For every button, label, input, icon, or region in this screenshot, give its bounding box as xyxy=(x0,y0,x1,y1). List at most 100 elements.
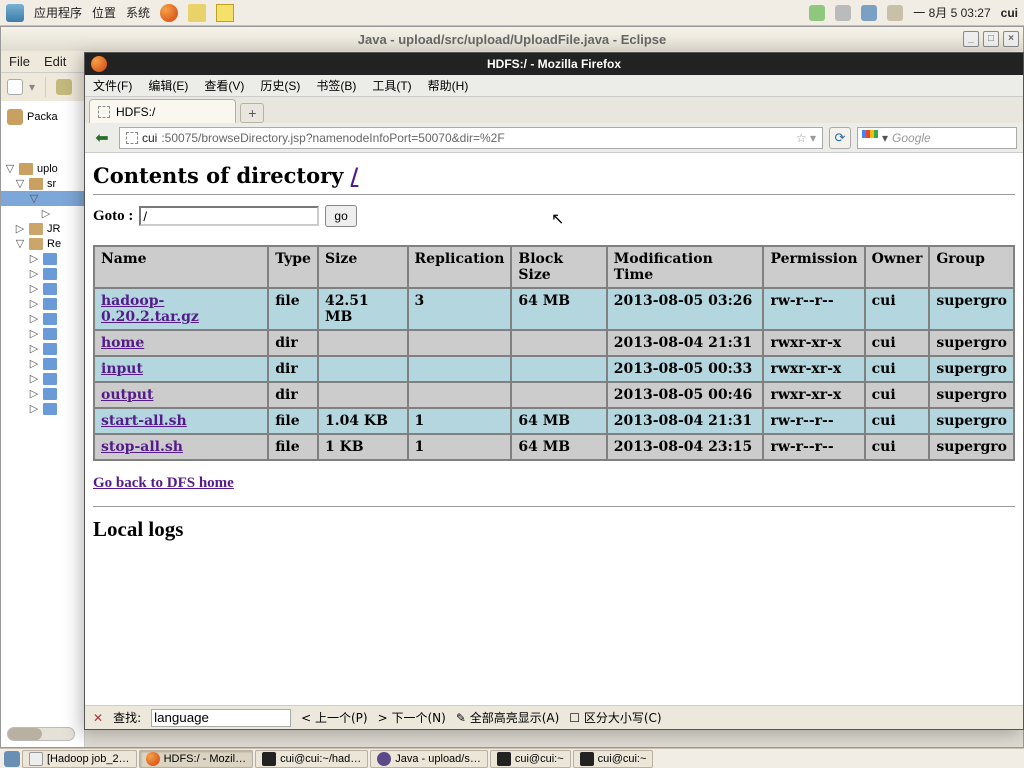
ff-menu-view[interactable]: 查看(V) xyxy=(204,77,244,94)
menu-system[interactable]: 系统 xyxy=(126,4,150,21)
eclipse-menu-file[interactable]: File xyxy=(9,54,30,69)
cell-perm: rw-r--r-- xyxy=(763,434,864,460)
jar-icon xyxy=(43,313,57,325)
eclipse-save-icon[interactable] xyxy=(56,79,72,95)
firefox-task-icon xyxy=(146,752,160,766)
col-mtime: Modification Time xyxy=(607,246,764,288)
file-link[interactable]: stop-all.sh xyxy=(101,439,183,455)
cell-perm: rwxr-xr-x xyxy=(763,356,864,382)
gnome-foot-icon[interactable] xyxy=(6,4,24,22)
file-link[interactable]: output xyxy=(101,387,153,403)
ff-menu-help[interactable]: 帮助(H) xyxy=(428,77,469,94)
gnome-bottom-panel: [Hadoop job_2… HDFS:/ - Mozil… cui@cui:~… xyxy=(0,748,1024,768)
findbar-prev[interactable]: < 上一个(P) xyxy=(301,709,367,726)
cell-group: supergro xyxy=(929,288,1014,330)
task-eclipse[interactable]: Java - upload/s… xyxy=(370,750,488,768)
eclipse-package-explorer[interactable]: Packa ▽uplo ▽sr ▽ ▷ ▷JR ▽Re ▷ ▷ ▷ ▷ ▷ ▷ … xyxy=(1,101,85,747)
eclipse-new-icon[interactable] xyxy=(7,79,23,95)
heading-prefix: Contents of directory xyxy=(93,163,351,188)
cell-type: file xyxy=(268,408,318,434)
cell-repl: 1 xyxy=(408,434,512,460)
url-bar[interactable]: cui:50075/browseDirectory.jsp?namenodeIn… xyxy=(119,127,823,149)
clipboard-tray-icon[interactable] xyxy=(887,5,903,21)
note-launcher-icon[interactable] xyxy=(216,4,234,22)
firefox-menubar: 文件(F) 编辑(E) 查看(V) 历史(S) 书签(B) 工具(T) 帮助(H… xyxy=(85,75,1023,97)
table-row: hadoop-0.20.2.tar.gzfile42.51 MB364 MB20… xyxy=(94,288,1014,330)
cell-type: dir xyxy=(268,356,318,382)
update-tray-icon[interactable] xyxy=(809,5,825,21)
ff-menu-file[interactable]: 文件(F) xyxy=(93,77,132,94)
col-owner: Owner xyxy=(865,246,930,288)
cell-group: supergro xyxy=(929,408,1014,434)
file-link[interactable]: input xyxy=(101,361,143,377)
cell-group: supergro xyxy=(929,330,1014,356)
tree-node[interactable]: JR xyxy=(47,223,60,235)
firefox-launcher-icon[interactable] xyxy=(160,4,178,22)
cell-type: file xyxy=(268,434,318,460)
back-to-dfs-link[interactable]: Go back to DFS home xyxy=(93,475,234,491)
eclipse-menu-edit[interactable]: Edit xyxy=(44,54,66,69)
site-identity-icon[interactable] xyxy=(126,132,138,144)
tree-node[interactable]: Re xyxy=(47,238,61,250)
findbar-matchcase[interactable]: ☐ 区分大小写(C) xyxy=(569,709,661,726)
file-link[interactable]: start-all.sh xyxy=(101,413,187,429)
back-button[interactable]: ⬅ xyxy=(91,127,113,149)
menu-apps[interactable]: 应用程序 xyxy=(34,4,82,21)
findbar-input[interactable] xyxy=(151,709,291,727)
search-placeholder: Google xyxy=(892,131,931,145)
show-desktop-icon[interactable] xyxy=(4,751,20,767)
ff-menu-history[interactable]: 历史(S) xyxy=(260,77,300,94)
url-path: :50075/browseDirectory.jsp?namenodeInfoP… xyxy=(161,131,504,145)
cell-mtime: 2013-08-04 23:15 xyxy=(607,434,764,460)
file-link[interactable]: hadoop-0.20.2.tar.gz xyxy=(101,293,199,325)
ff-menu-bookmarks[interactable]: 书签(B) xyxy=(316,77,356,94)
menu-places[interactable]: 位置 xyxy=(92,4,116,21)
firefox-titlebar[interactable]: HDFS:/ - Mozilla Firefox xyxy=(85,53,1023,75)
eclipse-titlebar[interactable]: Java - upload/src/upload/UploadFile.java… xyxy=(1,27,1023,51)
cell-owner: cui xyxy=(865,330,930,356)
task-term3[interactable]: cui@cui:~ xyxy=(573,750,654,768)
cell-type: dir xyxy=(268,382,318,408)
cell-group: supergro xyxy=(929,356,1014,382)
eclipse-close-button[interactable]: × xyxy=(1003,31,1019,47)
cell-type: file xyxy=(268,288,318,330)
heading-root-link[interactable]: / xyxy=(351,163,359,188)
cell-perm: rw-r--r-- xyxy=(763,288,864,330)
directory-table: Name Type Size Replication Block Size Mo… xyxy=(93,245,1015,461)
network-tray-icon[interactable] xyxy=(861,5,877,21)
tab-hdfs[interactable]: HDFS:/ xyxy=(89,99,236,123)
tree-node[interactable]: sr xyxy=(47,178,56,190)
findbar-next[interactable]: > 下一个(N) xyxy=(378,709,446,726)
clock[interactable]: 一 8月 5 03:27 xyxy=(913,4,990,21)
jar-icon xyxy=(43,373,57,385)
file-link[interactable]: home xyxy=(101,335,144,351)
goto-input[interactable] xyxy=(139,206,319,226)
text-file-icon xyxy=(29,752,43,766)
firefox-navbar: ⬅ cui:50075/browseDirectory.jsp?namenode… xyxy=(85,123,1023,153)
reload-button[interactable]: ⟳ xyxy=(829,127,851,149)
task-hadoop[interactable]: [Hadoop job_2… xyxy=(22,750,137,768)
mail-launcher-icon[interactable] xyxy=(188,4,206,22)
eclipse-hscroll[interactable] xyxy=(7,727,75,741)
findbar-highlight[interactable]: ✎ 全部高亮显示(A) xyxy=(456,709,559,726)
cell-mtime: 2013-08-05 03:26 xyxy=(607,288,764,330)
jar-icon xyxy=(43,298,57,310)
search-bar[interactable]: ▾ Google xyxy=(857,127,1017,149)
volume-tray-icon[interactable] xyxy=(835,5,851,21)
ff-menu-tools[interactable]: 工具(T) xyxy=(372,77,411,94)
bookmark-star-icon[interactable]: ☆ ▾ xyxy=(796,131,816,145)
cell-size xyxy=(318,330,408,356)
task-term1[interactable]: cui@cui:~/had… xyxy=(255,750,368,768)
cell-group: supergro xyxy=(929,382,1014,408)
findbar-close-icon[interactable]: ✕ xyxy=(93,711,103,725)
user-menu[interactable]: cui xyxy=(1001,6,1018,20)
task-firefox[interactable]: HDFS:/ - Mozil… xyxy=(139,750,254,768)
new-tab-button[interactable]: + xyxy=(240,103,264,123)
task-term2[interactable]: cui@cui:~ xyxy=(490,750,571,768)
eclipse-min-button[interactable]: _ xyxy=(963,31,979,47)
eclipse-max-button[interactable]: □ xyxy=(983,31,999,47)
eclipse-title-text: Java - upload/src/upload/UploadFile.java… xyxy=(358,32,666,47)
ff-menu-edit[interactable]: 编辑(E) xyxy=(148,77,188,94)
go-button[interactable]: go xyxy=(325,205,356,227)
tree-node[interactable]: uplo xyxy=(37,163,58,175)
